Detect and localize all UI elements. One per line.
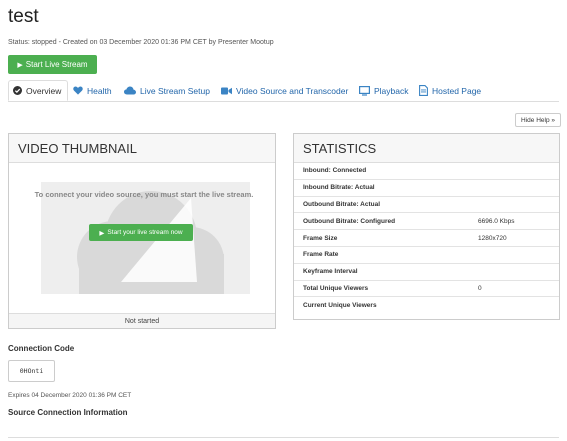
stat-label: Inbound: Connected <box>303 167 367 175</box>
stat-value: 6696.0 Kbps <box>478 217 515 225</box>
stat-label: Keyframe Interval <box>303 268 358 276</box>
stat-label: Frame Rate <box>303 251 339 259</box>
cloud-icon <box>124 86 136 95</box>
stat-label: Total Unique Viewers <box>303 284 369 292</box>
table-row: Inbound: Connected <box>294 163 559 180</box>
tab-label: Hosted Page <box>432 85 482 96</box>
monitor-icon <box>359 85 370 96</box>
video-thumbnail-panel: VIDEO THUMBNAIL To connect your video so… <box>8 133 276 329</box>
thumbnail-status: Not started <box>9 313 275 328</box>
table-row: Outbound Bitrate: Configured 6696.0 Kbps <box>294 213 559 231</box>
stat-value: 0 <box>478 284 482 292</box>
tab-bar: Overview Health Live Stream Setup Video … <box>8 80 559 102</box>
start-stream-now-label: Start your live stream now <box>107 229 183 236</box>
tab-video-source-transcoder[interactable]: Video Source and Transcoder <box>221 80 348 101</box>
tab-overview[interactable]: Overview <box>8 80 68 101</box>
tab-hosted-page[interactable]: Hosted Page <box>419 80 481 101</box>
connection-code-value[interactable]: 0HOnti <box>8 360 55 382</box>
table-row: Current Unique Viewers <box>294 297 559 314</box>
stat-label: Outbound Bitrate: Configured <box>303 217 396 225</box>
tab-label: Live Stream Setup <box>140 85 210 96</box>
page-title: test <box>8 6 39 27</box>
video-thumbnail-heading: VIDEO THUMBNAIL <box>9 134 275 163</box>
statistics-panel: STATISTICS Inbound: Connected Inbound Bi… <box>293 133 560 320</box>
tab-label: Overview <box>26 85 62 96</box>
table-row: Outbound Bitrate: Actual <box>294 197 559 214</box>
play-icon: ▶ <box>17 61 23 69</box>
table-row: Keyframe Interval <box>294 264 559 281</box>
stat-value: 1280x720 <box>478 234 507 242</box>
table-row: Frame Rate <box>294 247 559 264</box>
start-your-live-stream-now-button[interactable]: ▶ Start your live stream now <box>89 224 193 241</box>
table-row: Total Unique Viewers 0 <box>294 281 559 298</box>
start-live-stream-label: Start Live Stream <box>25 60 88 69</box>
tab-health[interactable]: Health <box>73 80 112 101</box>
tab-live-stream-setup[interactable]: Live Stream Setup <box>124 80 210 101</box>
statistics-table: Inbound: Connected Inbound Bitrate: Actu… <box>294 163 559 314</box>
divider <box>8 437 559 438</box>
tab-label: Health <box>87 85 112 96</box>
tab-playback[interactable]: Playback <box>359 80 409 101</box>
thumbnail-message: To connect your video source, you must s… <box>34 190 254 199</box>
play-icon: ▶ <box>99 229 105 237</box>
tab-label: Video Source and Transcoder <box>236 85 349 96</box>
tab-label: Playback <box>374 85 409 96</box>
stat-label: Frame Size <box>303 234 338 242</box>
check-circle-icon <box>13 86 22 95</box>
hide-help-button[interactable]: Hide Help » <box>515 113 561 127</box>
stat-label: Current Unique Viewers <box>303 302 377 310</box>
connection-code-expiry: Expires 04 December 2020 01:36 PM CET <box>8 392 132 399</box>
stream-status-text: Status: stopped - Created on 03 December… <box>8 39 274 46</box>
table-row: Inbound Bitrate: Actual <box>294 180 559 197</box>
stat-label: Outbound Bitrate: Actual <box>303 200 381 208</box>
document-icon <box>419 85 428 96</box>
start-live-stream-button[interactable]: ▶ Start Live Stream <box>8 55 97 74</box>
heart-icon <box>73 86 83 95</box>
connection-code-label: Connection Code <box>8 344 75 353</box>
source-connection-info-label: Source Connection Information <box>8 408 128 417</box>
table-row: Frame Size 1280x720 <box>294 230 559 247</box>
stat-label: Inbound Bitrate: Actual <box>303 184 375 192</box>
statistics-heading: STATISTICS <box>294 134 559 163</box>
video-camera-icon <box>221 87 232 95</box>
